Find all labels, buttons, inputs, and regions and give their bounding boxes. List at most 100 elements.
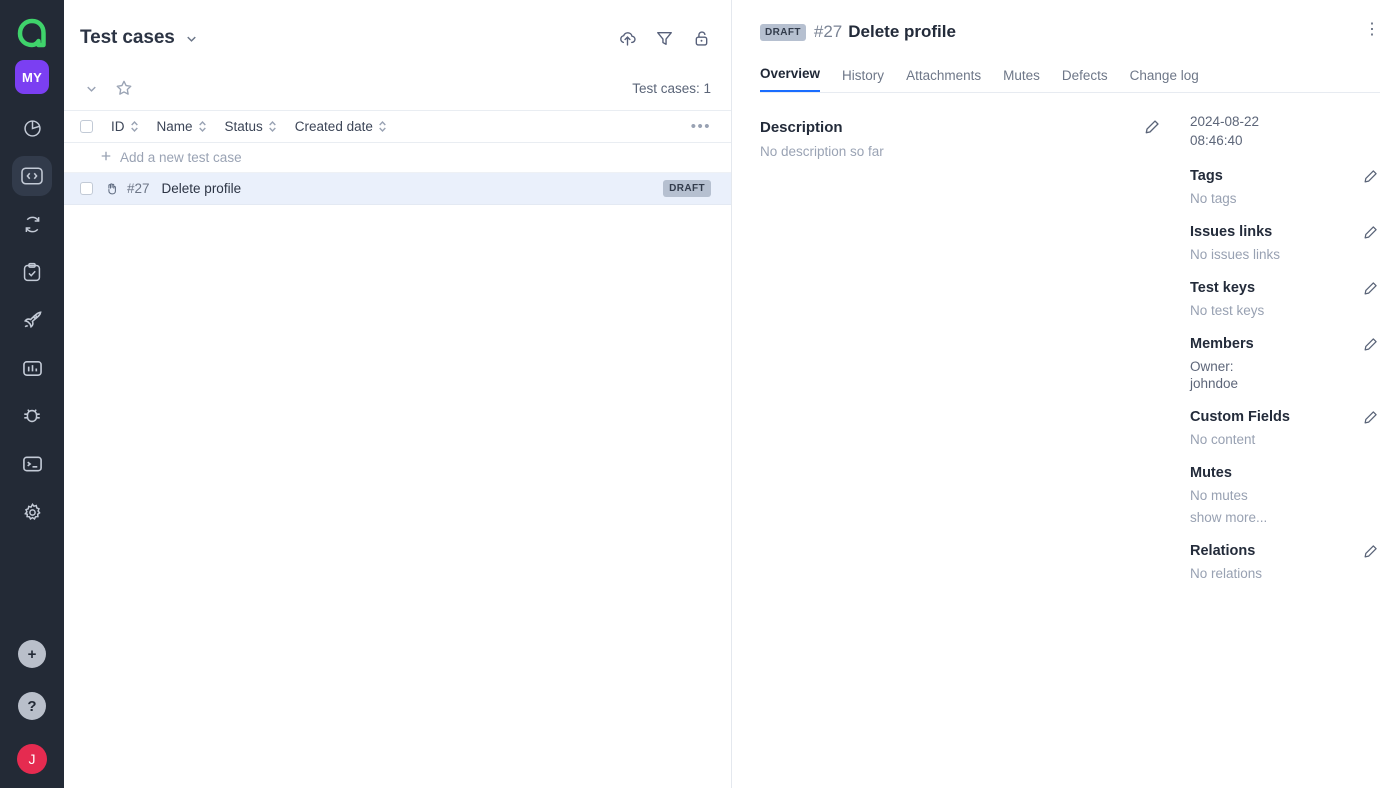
status-badge: DRAFT xyxy=(663,180,711,197)
unlock-icon[interactable] xyxy=(692,29,711,48)
detail-status-badge: DRAFT xyxy=(760,23,806,41)
detail-meta-sidebar: 2024-08-22 08:46:40 Tags No tags Issues … xyxy=(1184,0,1400,788)
settings-icon[interactable] xyxy=(12,492,52,532)
meta-header-row: Members xyxy=(1190,336,1378,352)
description-empty: No description so far xyxy=(760,144,884,159)
favorite-star-icon[interactable] xyxy=(115,79,133,97)
meta-title: Members xyxy=(1190,336,1254,352)
meta-header-row: Custom Fields xyxy=(1190,409,1378,425)
meta-title: Issues links xyxy=(1190,224,1273,240)
column-header-created-date-label: Created date xyxy=(294,119,373,134)
test-plans-icon[interactable] xyxy=(12,252,52,292)
sort-icon[interactable] xyxy=(378,120,387,133)
dashboards-icon[interactable] xyxy=(12,108,52,148)
detail-main-column: DRAFT #27 Delete profile Overview Histor… xyxy=(732,0,1380,788)
meta-block-custom-fields: Custom Fields No content xyxy=(1190,409,1378,447)
column-header-id[interactable]: ID xyxy=(111,119,139,134)
edit-custom-fields-pencil-icon[interactable] xyxy=(1363,410,1378,425)
collapse-chevron-icon[interactable] xyxy=(84,81,99,96)
meta-owner-label: Owner: xyxy=(1190,359,1234,374)
page-title: Test cases xyxy=(80,27,175,48)
created-date: 2024-08-22 08:46:40 xyxy=(1190,112,1378,150)
created-time-value: 08:46:40 xyxy=(1190,133,1243,148)
cloud-upload-icon[interactable] xyxy=(618,29,637,48)
column-header-name[interactable]: Name xyxy=(157,119,207,134)
table-options-icon[interactable]: ••• xyxy=(691,118,711,135)
meta-block-issues-links: Issues links No issues links xyxy=(1190,224,1378,262)
row-checkbox[interactable] xyxy=(80,182,93,195)
add-new-test-case-row[interactable]: Add a new test case xyxy=(64,143,731,173)
defects-icon[interactable] xyxy=(12,396,52,436)
show-more-link[interactable]: show more... xyxy=(1190,510,1378,525)
help-button[interactable]: ? xyxy=(18,692,46,720)
more-options-icon[interactable]: ⋮ xyxy=(1364,22,1380,38)
meta-value: No relations xyxy=(1190,566,1263,581)
test-case-count: Test cases: 1 xyxy=(632,80,711,96)
reports-icon[interactable] xyxy=(12,348,52,388)
meta-header-row: Relations xyxy=(1190,543,1378,559)
meta-header-row: Mutes xyxy=(1190,465,1378,481)
sort-icon[interactable] xyxy=(198,120,207,133)
chevron-down-icon[interactable] xyxy=(184,31,199,46)
meta-block-tags: Tags No tags xyxy=(1190,168,1378,206)
row-id: #27 xyxy=(127,181,150,196)
tab-attachments[interactable]: Attachments xyxy=(906,68,981,92)
list-header: Test cases xyxy=(64,0,731,56)
meta-title: Relations xyxy=(1190,543,1256,559)
meta-title: Tags xyxy=(1190,168,1223,184)
sort-icon[interactable] xyxy=(268,120,277,133)
meta-value: No test keys xyxy=(1190,303,1265,318)
column-header-status[interactable]: Status xyxy=(225,119,277,134)
terminal-icon[interactable] xyxy=(12,444,52,484)
meta-block-members: Members Owner: johndoe xyxy=(1190,336,1378,391)
list-header-actions xyxy=(618,29,711,48)
meta-value: No content xyxy=(1190,432,1256,447)
meta-block-relations: Relations No relations xyxy=(1190,543,1378,581)
sort-icon[interactable] xyxy=(130,120,139,133)
description-section: Description No description so far xyxy=(760,119,1160,159)
project-badge[interactable]: MY xyxy=(15,60,49,94)
filter-icon[interactable] xyxy=(655,29,674,48)
description-text-column: Description No description so far xyxy=(760,119,1144,159)
sidebar-item-test-cases[interactable] xyxy=(12,156,52,196)
edit-test-keys-pencil-icon[interactable] xyxy=(1363,281,1378,296)
column-header-created-date[interactable]: Created date xyxy=(295,119,387,134)
test-cases-list-pane: Test cases Test cases: 1 ID Name Status … xyxy=(64,0,732,788)
add-button[interactable]: + xyxy=(18,640,46,668)
add-new-test-case-label: Add a new test case xyxy=(120,150,242,165)
meta-owner-name: johndoe xyxy=(1190,376,1239,391)
meta-title: Test keys xyxy=(1190,280,1256,296)
select-all-checkbox[interactable] xyxy=(80,120,93,133)
edit-description-pencil-icon[interactable] xyxy=(1144,119,1160,135)
column-header-id-label: ID xyxy=(111,119,125,134)
meta-header-row: Issues links xyxy=(1190,224,1378,240)
tab-mutes[interactable]: Mutes xyxy=(1003,68,1040,92)
edit-relations-pencil-icon[interactable] xyxy=(1363,544,1378,559)
app-root: MY + ? J Test cases Test cases: 1 ID Nam… xyxy=(0,0,1400,788)
meta-header-row: Tags xyxy=(1190,168,1378,184)
edit-issues-links-pencil-icon[interactable] xyxy=(1363,225,1378,240)
detail-name: Delete profile xyxy=(848,22,956,41)
plus-icon xyxy=(100,150,112,165)
avatar[interactable]: J xyxy=(17,744,47,774)
column-header-name-label: Name xyxy=(156,119,193,134)
edit-tags-pencil-icon[interactable] xyxy=(1363,169,1378,184)
tab-overview[interactable]: Overview xyxy=(760,66,821,92)
description-title: Description xyxy=(760,119,843,136)
list-subheader: Test cases: 1 xyxy=(64,66,731,110)
rocket-icon[interactable] xyxy=(12,300,52,340)
allure-logo-icon[interactable] xyxy=(11,12,53,54)
meta-value: No tags xyxy=(1190,191,1237,206)
detail-title: DRAFT #27 Delete profile xyxy=(760,22,1184,42)
column-header-status-label: Status xyxy=(224,119,263,134)
tab-defects[interactable]: Defects xyxy=(1062,68,1108,92)
list-subheader-left xyxy=(84,79,133,97)
launches-icon[interactable] xyxy=(12,204,52,244)
meta-title: Mutes xyxy=(1190,465,1232,481)
edit-members-pencil-icon[interactable] xyxy=(1363,337,1378,352)
created-date-value: 2024-08-22 xyxy=(1190,114,1260,129)
tab-history[interactable]: History xyxy=(842,68,884,92)
meta-value: No issues links xyxy=(1190,247,1281,262)
table-row[interactable]: #27 Delete profile DRAFT xyxy=(64,173,731,205)
detail-number: #27 xyxy=(813,22,843,41)
